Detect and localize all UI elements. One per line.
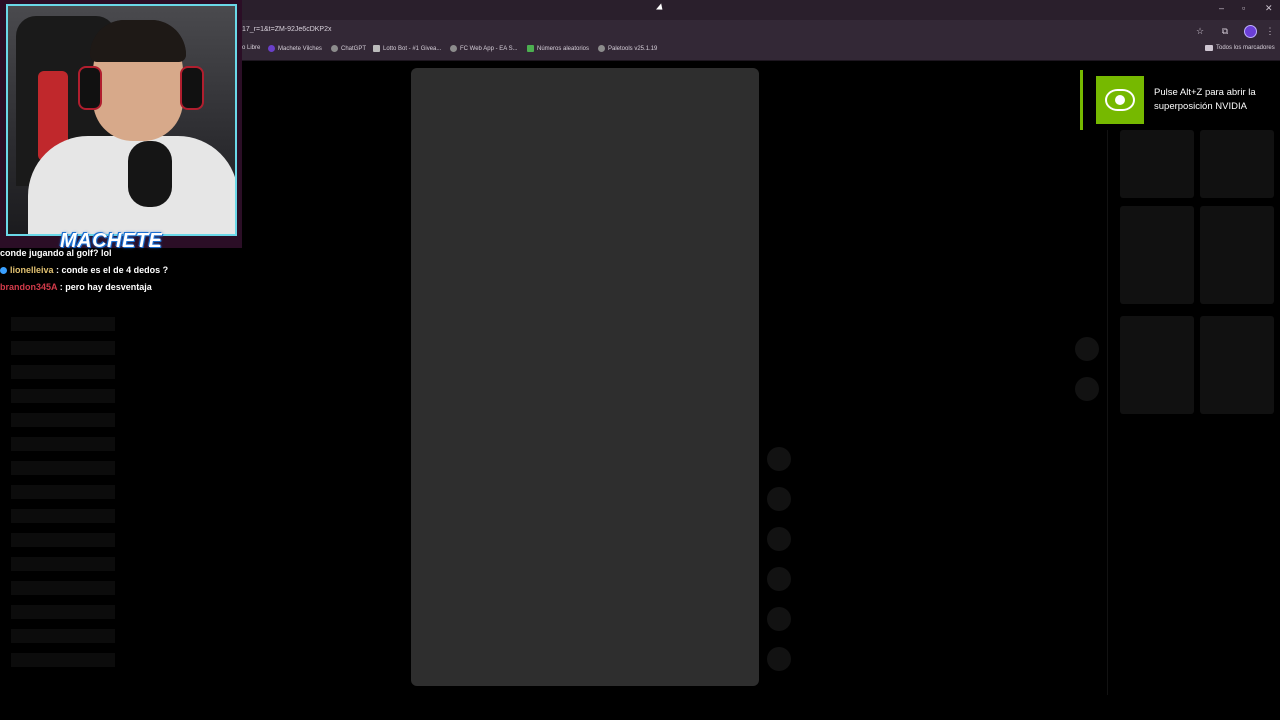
action-button-placeholder bbox=[767, 487, 791, 511]
sidebar-skeleton-row bbox=[11, 413, 115, 427]
action-button-placeholder bbox=[767, 607, 791, 631]
nvidia-toast-text: Pulse Alt+Z para abrir la superposición … bbox=[1154, 86, 1256, 114]
bookmark-label: ChatGPT bbox=[341, 45, 367, 52]
suggestion-tile-placeholder bbox=[1120, 206, 1194, 304]
bookmark-item[interactable]: Machete Vilches bbox=[268, 45, 322, 52]
chat-text: : pero hay desventaja bbox=[59, 282, 152, 292]
webcam-overlay: MACHETE bbox=[0, 0, 242, 252]
sidebar-skeleton-row bbox=[11, 389, 115, 403]
suggestion-tile-placeholder bbox=[1200, 316, 1274, 414]
all-bookmarks-label: Todos los marcadores bbox=[1216, 45, 1275, 51]
sidebar-skeleton-row bbox=[11, 581, 115, 595]
chat-username: lionelleiva bbox=[10, 265, 54, 275]
chat-message: brandon345A : pero hay desventaja bbox=[0, 282, 152, 292]
bookmark-label: o Libre bbox=[242, 45, 261, 51]
sidebar-skeleton-row bbox=[11, 533, 115, 547]
action-button-placeholder bbox=[767, 527, 791, 551]
bookmark-item[interactable]: Lotto Bot - #1 Givea... bbox=[373, 45, 441, 52]
clover-icon bbox=[527, 45, 534, 52]
globe-icon bbox=[450, 45, 457, 52]
bookmark-label: Números aleatorios bbox=[537, 45, 590, 52]
bookmark-star-icon[interactable]: ☆ bbox=[1194, 25, 1206, 37]
bookmark-item[interactable]: Números aleatorios bbox=[527, 45, 589, 52]
sidebar-skeleton-row bbox=[11, 629, 115, 643]
openai-icon bbox=[331, 45, 338, 52]
chat-text: conde jugando al golf? lol bbox=[0, 248, 112, 258]
headphones-icon bbox=[78, 66, 102, 110]
sidebar-skeleton-row bbox=[11, 341, 115, 355]
chat-message: lionelleiva : conde es el de 4 dedos ? bbox=[0, 265, 168, 275]
minimize-button[interactable]: – bbox=[1219, 3, 1224, 13]
all-bookmarks[interactable]: Todos los marcadores bbox=[1205, 45, 1275, 51]
action-button-placeholder bbox=[767, 647, 791, 671]
bookmark-item[interactable]: o Libre bbox=[242, 45, 260, 51]
chat-text: : conde es el de 4 dedos ? bbox=[56, 265, 169, 275]
sidebar-skeleton-row bbox=[11, 437, 115, 451]
chat-message: conde jugando al golf? lol bbox=[0, 248, 112, 258]
sidebar-skeleton-row bbox=[11, 509, 115, 523]
suggestion-tile-placeholder bbox=[1200, 130, 1274, 198]
webcam-feed bbox=[6, 4, 237, 236]
bookmark-item[interactable]: ChatGPT bbox=[331, 45, 366, 52]
suggestion-tile-placeholder bbox=[1120, 130, 1194, 198]
right-panel-divider bbox=[1107, 130, 1108, 695]
nvidia-overlay-toast: Pulse Alt+Z para abrir la superposición … bbox=[1080, 70, 1273, 130]
chat-username: brandon345A bbox=[0, 282, 58, 292]
bookmark-label: Paletools v25.1.19 bbox=[608, 45, 658, 52]
sidebar-skeleton-row bbox=[11, 317, 115, 331]
badge-icon bbox=[0, 267, 7, 275]
suggestion-tile-placeholder bbox=[1120, 316, 1194, 414]
side-button-placeholder bbox=[1075, 337, 1099, 361]
side-button-placeholder bbox=[1075, 377, 1099, 401]
address-bar[interactable]: 17_r=1&t=ZM-92Je6cDKP2x bbox=[242, 26, 332, 33]
sidebar-skeleton-row bbox=[11, 605, 115, 619]
sidebar-skeleton-row bbox=[11, 653, 115, 667]
nvidia-logo-icon bbox=[1096, 76, 1144, 124]
folder-icon bbox=[1205, 45, 1213, 51]
bookmark-item[interactable]: FC Web App - EA S... bbox=[450, 45, 518, 52]
action-button-placeholder bbox=[767, 447, 791, 471]
extensions-icon[interactable]: ⧉ bbox=[1219, 25, 1231, 37]
sidebar-skeleton-row bbox=[11, 485, 115, 499]
globe-icon bbox=[598, 45, 605, 52]
machete-icon bbox=[268, 45, 275, 52]
bookmark-label: Lotto Bot - #1 Givea... bbox=[383, 45, 442, 52]
microphone bbox=[128, 141, 172, 207]
grid-icon bbox=[373, 45, 380, 52]
sidebar-skeleton-row bbox=[11, 365, 115, 379]
bookmark-item[interactable]: Paletools v25.1.19 bbox=[598, 45, 657, 52]
streamer-hair-top bbox=[90, 20, 186, 62]
menu-icon[interactable]: ⋮ bbox=[1264, 25, 1276, 37]
headphones-icon bbox=[180, 66, 204, 110]
sidebar-skeleton-row bbox=[11, 461, 115, 475]
maximize-button[interactable]: ▫ bbox=[1242, 3, 1245, 13]
main-content-placeholder bbox=[411, 68, 759, 686]
nvidia-toast-line1: Pulse Alt+Z para abrir la bbox=[1154, 87, 1256, 98]
sidebar-skeleton-row bbox=[11, 557, 115, 571]
close-button[interactable]: ✕ bbox=[1265, 3, 1273, 14]
bookmark-label: Machete Vilches bbox=[278, 45, 322, 52]
bookmark-label: FC Web App - EA S... bbox=[460, 45, 518, 52]
action-button-placeholder bbox=[767, 567, 791, 591]
suggestion-tile-placeholder bbox=[1200, 206, 1274, 304]
nvidia-toast-line2: superposición NVIDIA bbox=[1154, 101, 1247, 112]
profile-avatar[interactable] bbox=[1244, 25, 1257, 38]
